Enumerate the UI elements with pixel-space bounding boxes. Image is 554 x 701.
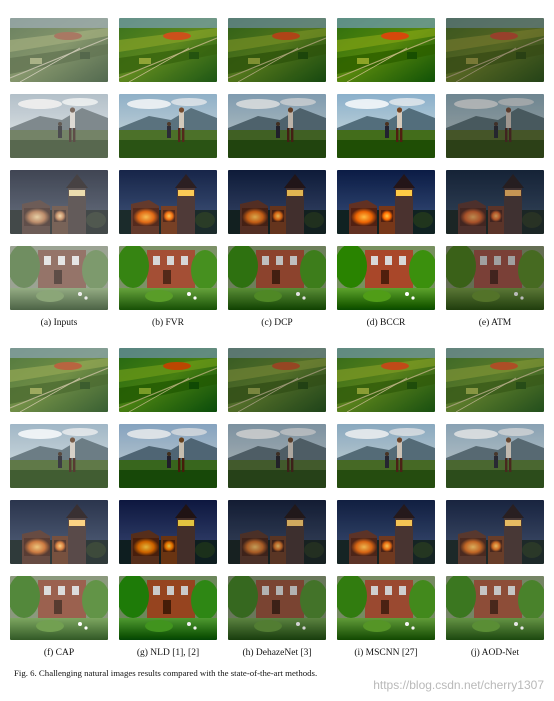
result-image-hiker-mountain-atm bbox=[446, 94, 544, 158]
result-image-aerial-fields-nld bbox=[119, 348, 217, 412]
label-cap: (f) CAP bbox=[43, 648, 75, 658]
result-image-aerial-fields-cap bbox=[10, 348, 108, 412]
result-image-garden-house-nld bbox=[119, 576, 217, 640]
top-image-grid bbox=[10, 18, 544, 310]
result-image-garden-house-fvr bbox=[119, 246, 217, 310]
result-image-aerial-fields-atm bbox=[446, 18, 544, 82]
result-image-garden-house-dcp bbox=[228, 246, 326, 310]
result-image-aerial-fields-bccr bbox=[337, 18, 435, 82]
result-image-castle-night-inputs bbox=[10, 170, 108, 234]
label-nld: (g) NLD [1], [2] bbox=[136, 648, 200, 658]
result-image-garden-house-aod bbox=[446, 576, 544, 640]
bottom-labels-row: (f) CAP (g) NLD [1], [2] (h) DehazeNet [… bbox=[10, 648, 544, 658]
result-image-garden-house-cap bbox=[10, 576, 108, 640]
result-image-aerial-fields-fvr bbox=[119, 18, 217, 82]
label-dcp: (c) DCP bbox=[261, 318, 293, 328]
result-image-garden-house-atm bbox=[446, 246, 544, 310]
label-aod-net: (j) AOD-Net bbox=[470, 648, 520, 658]
result-image-aerial-fields-aod bbox=[446, 348, 544, 412]
label-atm: (e) ATM bbox=[478, 318, 512, 328]
result-image-castle-night-dehaze bbox=[228, 500, 326, 564]
result-image-garden-house-dehaze bbox=[228, 576, 326, 640]
result-image-castle-night-aod bbox=[446, 500, 544, 564]
result-image-castle-night-cap bbox=[10, 500, 108, 564]
result-image-hiker-mountain-bccr bbox=[337, 94, 435, 158]
top-figure-block: (a) Inputs (b) FVR (c) DCP (d) BCCR (e) … bbox=[10, 18, 544, 328]
result-image-castle-night-dcp bbox=[228, 170, 326, 234]
result-image-hiker-mountain-dehaze bbox=[228, 424, 326, 488]
label-mscnn: (i) MSCNN [27] bbox=[354, 648, 418, 658]
result-image-garden-house-bccr bbox=[337, 246, 435, 310]
result-image-castle-night-fvr bbox=[119, 170, 217, 234]
result-image-castle-night-mscnn bbox=[337, 500, 435, 564]
result-image-aerial-fields-mscnn bbox=[337, 348, 435, 412]
result-image-aerial-fields-dehaze bbox=[228, 348, 326, 412]
result-image-castle-night-nld bbox=[119, 500, 217, 564]
result-image-aerial-fields-dcp bbox=[228, 18, 326, 82]
result-image-hiker-mountain-inputs bbox=[10, 94, 108, 158]
label-bccr: (d) BCCR bbox=[366, 318, 406, 328]
label-fvr: (b) FVR bbox=[152, 318, 184, 328]
label-inputs: (a) Inputs bbox=[40, 318, 78, 328]
result-image-garden-house-inputs bbox=[10, 246, 108, 310]
top-labels-row: (a) Inputs (b) FVR (c) DCP (d) BCCR (e) … bbox=[10, 318, 544, 328]
result-image-garden-house-mscnn bbox=[337, 576, 435, 640]
result-image-hiker-mountain-cap bbox=[10, 424, 108, 488]
result-image-hiker-mountain-aod bbox=[446, 424, 544, 488]
result-image-hiker-mountain-mscnn bbox=[337, 424, 435, 488]
label-dehazenet: (h) DehazeNet [3] bbox=[242, 648, 312, 658]
bottom-figure-block: (f) CAP (g) NLD [1], [2] (h) DehazeNet [… bbox=[10, 348, 544, 658]
figure-caption: Fig. 6. Challenging natural images resul… bbox=[14, 668, 318, 678]
result-image-hiker-mountain-dcp bbox=[228, 94, 326, 158]
bottom-image-grid bbox=[10, 348, 544, 640]
result-image-hiker-mountain-fvr bbox=[119, 94, 217, 158]
result-image-castle-night-atm bbox=[446, 170, 544, 234]
result-image-hiker-mountain-nld bbox=[119, 424, 217, 488]
result-image-castle-night-bccr bbox=[337, 170, 435, 234]
watermark-text: https://blog.csdn.net/cherry1307 bbox=[373, 678, 544, 692]
result-image-aerial-fields-inputs bbox=[10, 18, 108, 82]
